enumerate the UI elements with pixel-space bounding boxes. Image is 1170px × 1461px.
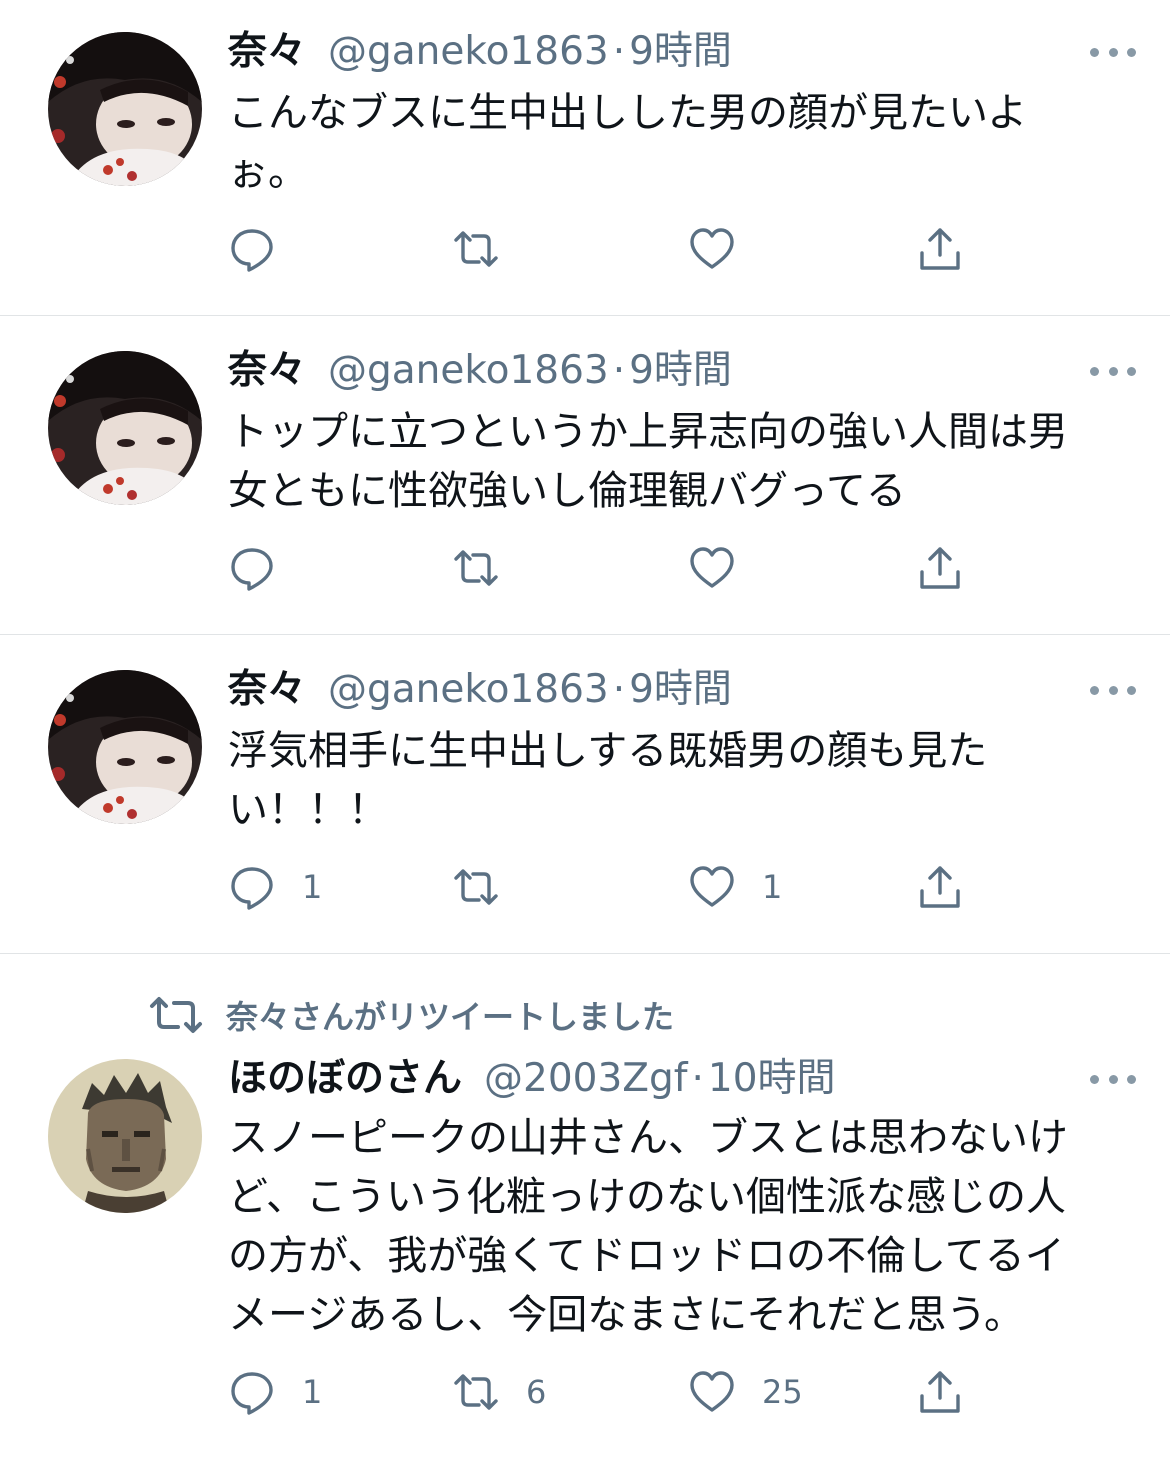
reply-button[interactable]: 1 [228, 862, 322, 912]
reply-icon [231, 867, 273, 910]
tweet-actions [228, 543, 988, 593]
tweet-actions: 1 6 25 [228, 1367, 988, 1417]
tweet-header: 奈々 @ganeko1863 · 9時間 [228, 28, 732, 76]
reply-button[interactable]: 1 [228, 1367, 322, 1417]
like-count: 1 [762, 868, 783, 906]
heart-icon [690, 228, 734, 269]
timestamp[interactable]: 9時間 [629, 666, 732, 714]
display-name[interactable]: 奈々 [228, 28, 306, 76]
reply-icon [231, 1372, 273, 1415]
woman-with-fan-avatar-image [48, 351, 202, 505]
heart-icon [690, 547, 734, 588]
retweet-button[interactable] [452, 543, 526, 593]
pixel-art-man-avatar-image [48, 1059, 202, 1213]
more-options-icon[interactable] [1090, 1069, 1136, 1089]
more-options-icon[interactable] [1090, 361, 1136, 381]
like-button[interactable] [688, 543, 762, 593]
retweet-button[interactable]: 6 [452, 1367, 546, 1417]
retweet-banner: 奈々さんがリツイートしました [148, 992, 674, 1038]
share-button[interactable] [916, 224, 964, 274]
share-button[interactable] [916, 1367, 964, 1417]
tweet[interactable]: 奈々 @ganeko1863 · 9時間 浮気相手に生中出しする既婚男の顔も見た… [0, 635, 1170, 954]
tweet[interactable]: 奈々さんがリツイートしました ほのぼのさん @2003Zgf · 10時間 スノ… [0, 954, 1170, 1461]
like-button[interactable] [688, 224, 762, 274]
user-handle[interactable]: @ganeko1863 [328, 28, 609, 76]
tweet-actions [228, 224, 988, 274]
avatar[interactable] [48, 351, 202, 505]
tweet[interactable]: 奈々 @ganeko1863 · 9時間 こんなブスに生中出しした男の顔が見たい… [0, 0, 1170, 316]
reply-button[interactable] [228, 543, 302, 593]
tweet-text: 浮気相手に生中出しする既婚男の顔も見た い！！！ [228, 728, 988, 833]
tweet-text: こんなブスに生中出しした男の顔が見たいよ ぉ。 [228, 90, 1028, 195]
separator-dot: · [612, 348, 626, 393]
retweet-icon [150, 997, 202, 1033]
timestamp[interactable]: 10時間 [708, 1055, 836, 1103]
retweet-icon [454, 231, 498, 267]
retweet-count: 6 [526, 1373, 547, 1411]
heart-icon [690, 1371, 734, 1412]
reply-icon [231, 548, 273, 591]
reply-button[interactable] [228, 224, 302, 274]
retweet-icon [454, 869, 498, 905]
separator-dot: · [612, 29, 626, 74]
user-handle[interactable]: @ganeko1863 [328, 347, 609, 395]
separator-dot: · [691, 1056, 704, 1101]
more-options-icon[interactable] [1090, 680, 1136, 700]
share-icon [920, 866, 960, 908]
display-name[interactable]: 奈々 [228, 347, 306, 395]
retweet-icon [454, 550, 498, 586]
woman-with-fan-avatar-image [48, 32, 202, 186]
retweet-button[interactable] [452, 862, 526, 912]
tweet-text: トップに立つというか上昇志向の強い人間は男 女ともに性欲強いし倫理観バグってる [228, 409, 1068, 514]
timestamp[interactable]: 9時間 [629, 28, 732, 76]
reply-icon [231, 229, 273, 272]
separator-dot: · [612, 667, 626, 712]
tweet-header: ほのぼのさん @2003Zgf · 10時間 [228, 1055, 836, 1103]
display-name[interactable]: ほのぼのさん [228, 1055, 462, 1103]
heart-icon [690, 866, 734, 907]
tweet-actions: 1 1 [228, 862, 988, 912]
share-icon [920, 547, 960, 589]
avatar[interactable] [48, 670, 202, 824]
user-handle[interactable]: @ganeko1863 [328, 666, 609, 714]
user-handle[interactable]: @2003Zgf [484, 1055, 687, 1103]
retweet-icon [454, 1374, 498, 1410]
reply-count: 1 [302, 1373, 323, 1411]
display-name[interactable]: 奈々 [228, 666, 306, 714]
reply-count: 1 [302, 868, 323, 906]
retweet-banner-text[interactable]: 奈々さんがリツイートしました [226, 992, 674, 1038]
tweet-header: 奈々 @ganeko1863 · 9時間 [228, 666, 732, 714]
like-button[interactable]: 1 [688, 862, 782, 912]
tweet-header: 奈々 @ganeko1863 · 9時間 [228, 347, 732, 395]
avatar[interactable] [48, 1059, 202, 1213]
share-button[interactable] [916, 862, 964, 912]
share-icon [920, 1371, 960, 1413]
tweet[interactable]: 奈々 @ganeko1863 · 9時間 トップに立つというか上昇志向の強い人間… [0, 316, 1170, 635]
like-button[interactable]: 25 [688, 1367, 803, 1417]
more-options-icon[interactable] [1090, 42, 1136, 62]
share-icon [920, 228, 960, 270]
share-button[interactable] [916, 543, 964, 593]
timestamp[interactable]: 9時間 [629, 347, 732, 395]
like-count: 25 [762, 1373, 803, 1411]
tweet-text: スノーピークの山井さん、ブスとは思わないけ ど、こういう化粧っけのない個性派な感… [228, 1115, 1068, 1338]
retweet-button[interactable] [452, 224, 526, 274]
woman-with-fan-avatar-image [48, 670, 202, 824]
avatar[interactable] [48, 32, 202, 186]
